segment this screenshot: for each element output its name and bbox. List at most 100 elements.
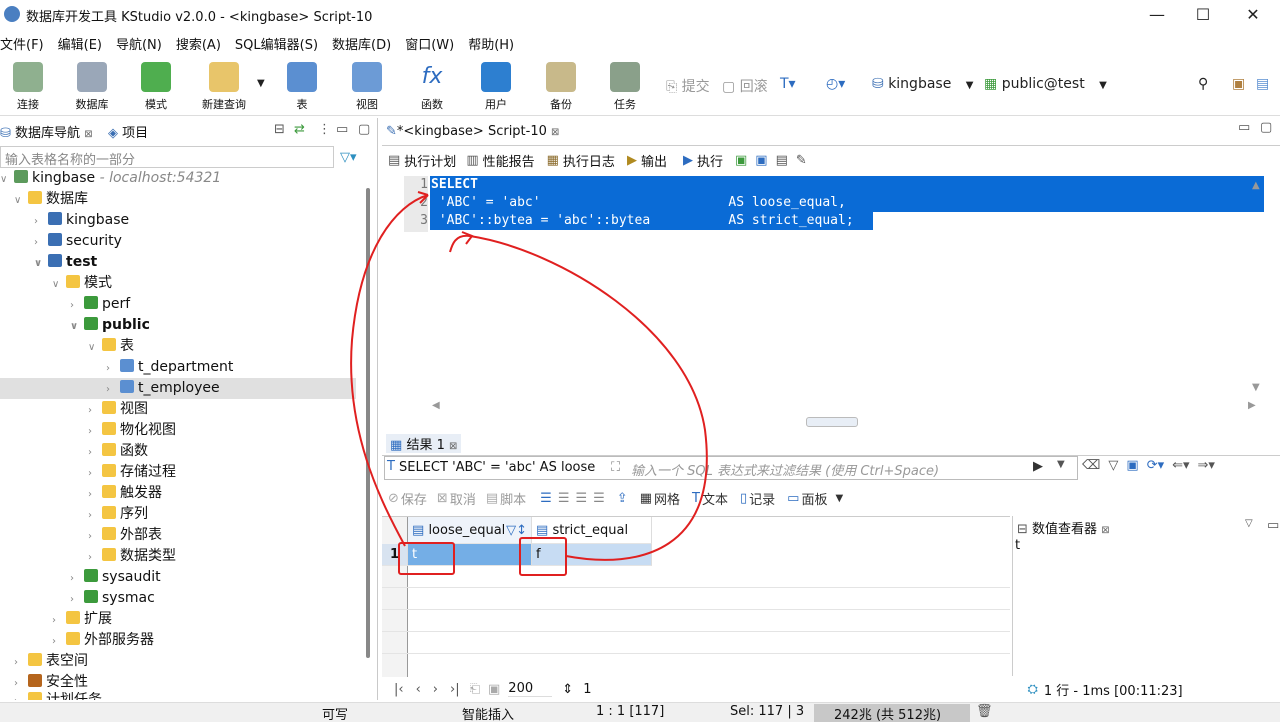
user-button[interactable]: 用户 (468, 60, 524, 112)
next-page-icon[interactable]: › (433, 682, 438, 697)
scroll-down-icon[interactable]: ▼ (1252, 382, 1260, 393)
fetch-size-input[interactable]: 200 (508, 681, 553, 697)
back-icon[interactable]: ⇐▾ (1172, 458, 1189, 473)
menu-navigate[interactable]: 导航(N) (116, 32, 162, 55)
forward-icon[interactable]: ⇒▾ (1198, 458, 1215, 473)
menu-search[interactable]: 搜索(A) (176, 32, 221, 55)
backup-button[interactable]: 备份 (533, 60, 589, 112)
text-view-button[interactable]: 文本 (702, 489, 728, 508)
refresh-results-icon[interactable]: ⇕ (562, 682, 573, 697)
rollback-button[interactable]: ▢ 回滚 (722, 76, 768, 96)
clear-filter-icon[interactable]: ⌫ (1082, 458, 1100, 473)
execution-log-button[interactable]: 执行日志 (563, 151, 615, 170)
apply-filter-icon[interactable]: ▶ (1033, 459, 1043, 474)
gc-trash-icon[interactable]: 🗑 (976, 704, 993, 719)
execute-button[interactable]: 执行 (697, 151, 723, 170)
tree-schemas[interactable]: ∨ 模式 (52, 273, 112, 294)
schema-button[interactable]: 模式 (128, 60, 184, 112)
export-icon[interactable]: ▤ (776, 153, 788, 168)
add-row-icon[interactable]: ☰ (558, 491, 570, 506)
grid-view-button[interactable]: 网格 (654, 489, 680, 508)
filter-expression-input[interactable]: 输入一个 SQL 表达式来过滤结果 (使用 Ctrl+Space) (631, 460, 939, 479)
sort-filter-icon[interactable]: ▽↕ (506, 517, 527, 544)
close-tab-icon[interactable]: ⊠ (84, 129, 92, 140)
tree-foreign-servers[interactable]: › 外部服务器 (52, 630, 154, 651)
maximize-panel-icon[interactable]: ▢ (358, 122, 370, 137)
copy-row-icon[interactable]: ☰ (575, 491, 587, 506)
value-viewer-content[interactable]: t (1015, 538, 1020, 553)
task-button[interactable]: 任务 (597, 60, 653, 112)
filter-dropdown-icon[interactable]: ▼ (1057, 459, 1065, 470)
tree-security[interactable]: › 安全性 (14, 672, 88, 693)
transaction-mode-icon[interactable]: T▾ (780, 76, 796, 92)
menu-file[interactable]: 文件(F) (0, 32, 44, 55)
prev-page-icon[interactable]: ‹ (416, 682, 421, 697)
link-editor-icon[interactable]: ⇄ (294, 122, 305, 137)
tree-scheduled-tasks[interactable]: › 计划任务 (14, 692, 102, 700)
menu-help[interactable]: 帮助(H) (468, 32, 514, 55)
tree-sequences[interactable]: › 序列 (88, 504, 148, 525)
cell-loose-equal[interactable]: t (408, 544, 532, 566)
minimize-button[interactable]: — (1134, 2, 1180, 28)
scroll-right-icon[interactable]: ▶ (1248, 400, 1256, 411)
connection-selector[interactable]: ⛁ kingbase ▼ (872, 76, 973, 92)
cancel-button[interactable]: 取消 (450, 489, 476, 508)
explain-icon[interactable]: ▣ (755, 153, 767, 168)
perspective-icon[interactable]: ▣ (1232, 76, 1245, 92)
tree-schema-sysaudit[interactable]: › sysaudit (70, 567, 161, 588)
minimize-panel-icon[interactable]: ▭ (336, 122, 348, 137)
tree-mviews[interactable]: › 物化视图 (88, 420, 176, 441)
tree-tablespaces[interactable]: › 表空间 (14, 651, 88, 672)
first-page-icon[interactable]: |‹ (394, 682, 404, 697)
column-header-loose-equal[interactable]: ▤ loose_equal ▽↕ (408, 517, 532, 544)
menu-database[interactable]: 数据库(D) (332, 32, 391, 55)
cell-strict-equal[interactable]: f (532, 544, 652, 566)
layout-icon[interactable]: ▤ (1256, 76, 1269, 92)
filter-config-icon[interactable]: ▽ (1108, 458, 1118, 473)
table-filter-input[interactable]: 输入表格名称的一部分 (0, 146, 334, 168)
tab-result-1[interactable]: ▦ 结果 1 ⊠ (386, 434, 462, 453)
result-filter-bar[interactable]: T SELECT 'ABC' = 'abc' AS loose ⛶ 输入一个 S… (384, 456, 1078, 480)
minimize-editor-icon[interactable]: ▭ (1238, 120, 1250, 135)
menu-edit[interactable]: 编辑(E) (58, 32, 102, 55)
delete-row-icon[interactable]: ☰ (593, 491, 605, 506)
column-header-strict-equal[interactable]: ▤ strict_equal ▽↕ (532, 517, 652, 565)
tree-schema-public[interactable]: ∨ public (70, 315, 150, 336)
tree-schema-sysmac[interactable]: › sysmac (70, 588, 155, 609)
sql-editor[interactable]: 1 2 3 SELECT 'ABC' = 'abc' AS loose_equa… (382, 174, 1264, 414)
table-button[interactable]: 表 (274, 60, 330, 112)
tree-db-security[interactable]: › security (34, 231, 122, 252)
view-button[interactable]: 视图 (339, 60, 395, 112)
format-sql-icon[interactable]: ▣ (735, 153, 747, 168)
tab-project[interactable]: ◈ 项目 (108, 122, 148, 141)
tree-tables[interactable]: ∨ 表 (88, 336, 134, 357)
function-button[interactable]: fx 函数 (404, 60, 460, 112)
history-icon[interactable]: ◴▾ (826, 76, 845, 92)
tree-databases[interactable]: ∨ 数据库 (14, 189, 88, 210)
panels-button[interactable]: 面板 (801, 489, 827, 508)
tree-procedures[interactable]: › 存储过程 (88, 462, 176, 483)
tree-foreign-tables[interactable]: › 外部表 (88, 525, 162, 546)
view-menu-icon[interactable]: ⋮ (318, 122, 331, 137)
refresh-icon[interactable]: ⟳▾ (1147, 458, 1164, 473)
tree-schema-perf[interactable]: › perf (70, 294, 130, 315)
commit-button[interactable]: ⎘ 提交 (666, 76, 710, 96)
new-query-dropdown-icon[interactable]: ▼ (257, 78, 265, 89)
close-tab-icon[interactable]: ⊠ (449, 441, 457, 452)
tree-db-test[interactable]: ∨ test (34, 252, 97, 273)
minimize-viewer-icon[interactable]: ▭ (1267, 518, 1279, 533)
script-button[interactable]: 脚本 (500, 489, 526, 508)
menu-sql-editor[interactable]: SQL编辑器(S) (235, 32, 318, 55)
tree-extensions[interactable]: › 扩展 (52, 609, 112, 630)
value-viewer-tab[interactable]: ⊟ 数值查看器 ⊠ (1017, 518, 1110, 537)
schema-selector[interactable]: ▦ public@test ▼ (984, 76, 1107, 92)
execution-plan-button[interactable]: 执行计划 (404, 151, 456, 170)
database-button[interactable]: 数据库 (64, 60, 120, 112)
collapse-all-icon[interactable]: ⊟ (274, 122, 285, 137)
panel-icon[interactable]: ▣ (1126, 458, 1138, 473)
navigator-scrollbar[interactable] (366, 188, 370, 658)
menu-window[interactable]: 窗口(W) (405, 32, 454, 55)
tree-table-t-department[interactable]: › t_department (106, 357, 233, 378)
scroll-up-icon[interactable]: ▲ (1252, 180, 1260, 191)
maximize-button[interactable]: ☐ (1180, 2, 1226, 28)
